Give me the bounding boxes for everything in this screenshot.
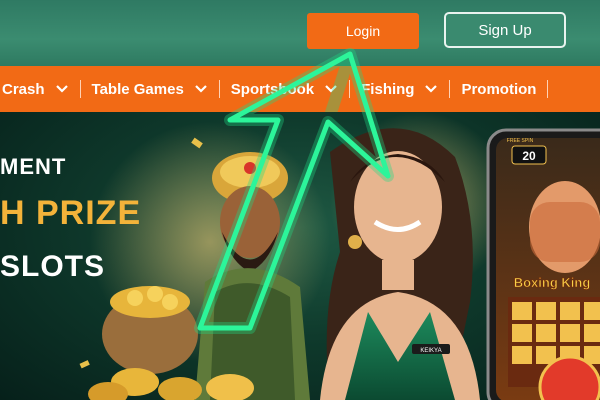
nav-item-label: Sportsbook (230, 80, 315, 98)
signup-button[interactable]: Sign Up (444, 12, 566, 48)
nav-item-table-games[interactable]: Table Games (81, 66, 219, 112)
confetti (79, 360, 90, 369)
promo-banner[interactable]: KEIKYA 20 FREE SPIN Boxing King MENT H P… (0, 112, 600, 400)
nav-item-label: Promotion (461, 80, 537, 98)
chevron-down-icon (55, 85, 68, 93)
money-bag (102, 286, 198, 374)
nav-item-label: Fishing (361, 80, 415, 98)
nav-item-promotion[interactable]: Promotion (450, 66, 547, 112)
phone-top-label: FREE SPIN (507, 138, 534, 144)
login-button[interactable]: Login (307, 13, 419, 49)
main-nav: Crash Table Games Sportsbook Fishing Pro… (0, 66, 600, 112)
phone-badge-number: 20 (522, 149, 536, 163)
nav-divider (547, 80, 549, 98)
promo-headline-line3: SLOTS (0, 250, 106, 283)
woman-model: KEIKYA (320, 128, 480, 400)
phone-mockup: 20 FREE SPIN Boxing King (486, 128, 600, 400)
site-header: Login Sign Up (0, 0, 600, 66)
nav-item-fishing[interactable]: Fishing (350, 66, 449, 112)
phone-game-title: Boxing King (514, 275, 591, 290)
promo-headline-line2: H PRIZE (0, 194, 142, 232)
nav-item-crash[interactable]: Crash (0, 66, 80, 112)
dress-label-text: KEIKYA (420, 348, 441, 354)
chevron-down-icon (425, 85, 438, 93)
promo-headline-line1: MENT (0, 154, 67, 179)
chevron-down-icon (195, 85, 207, 93)
nav-item-label: Table Games (91, 80, 184, 98)
chevron-down-icon (325, 85, 337, 93)
nav-item-sportsbook[interactable]: Sportsbook (220, 66, 349, 112)
nav-item-label: Crash (2, 80, 45, 98)
